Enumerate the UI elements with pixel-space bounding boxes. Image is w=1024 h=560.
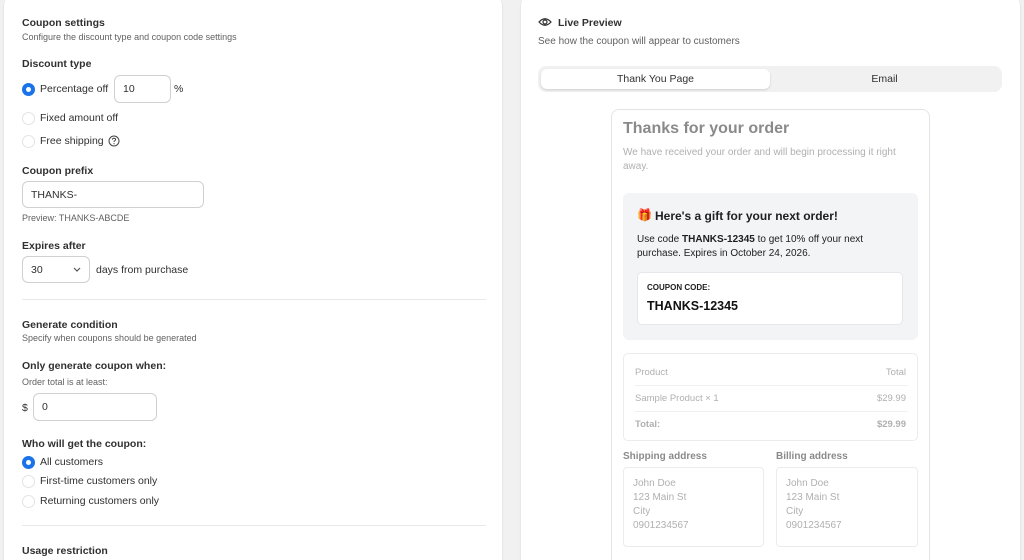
- option-percentage-off-label: Percentage off: [40, 83, 109, 95]
- email-intro-line2: away.: [623, 161, 649, 172]
- expires-select[interactable]: 30: [22, 256, 90, 283]
- radio-free-shipping[interactable]: [22, 135, 35, 148]
- gift-body-suffix: to get 10% off your next: [754, 234, 864, 245]
- coupon-settings-card: Coupon settings Configure the discount t…: [4, 0, 502, 560]
- currency-symbol: $: [22, 402, 28, 414]
- table-header-product: Product: [635, 367, 668, 378]
- option-returning-label: Returning customers only: [40, 495, 160, 507]
- gift-body-code: THANKS-12345: [682, 234, 755, 245]
- billing-street: 123 Main St: [786, 492, 840, 503]
- percentage-input-value: 10: [123, 83, 135, 95]
- coupon-prefix-value: THANKS-: [31, 188, 78, 201]
- radio-returning-customers[interactable]: [22, 495, 35, 508]
- shipping-address-box: John Doe 123 Main St City 0901234567: [623, 467, 764, 547]
- billing-phone: 0901234567: [786, 520, 842, 531]
- email-intro-line1: We have received your order and will beg…: [623, 147, 896, 158]
- radio-first-time-customers[interactable]: [22, 475, 35, 488]
- coupon-code-value: THANKS-12345: [647, 299, 739, 313]
- billing-address-box: John Doe 123 Main St City 0901234567: [776, 467, 918, 547]
- radio-percentage-off[interactable]: [22, 83, 35, 96]
- shipping-address-label: Shipping address: [623, 451, 707, 462]
- live-preview-title: Live Preview: [558, 17, 622, 29]
- generate-condition-subtitle: Specify when coupons should be generated: [22, 333, 197, 343]
- table-total-value: $29.99: [876, 419, 906, 430]
- coupon-settings-subtitle: Configure the discount type and coupon c…: [22, 32, 237, 42]
- gift-body-prefix: Use code: [637, 234, 683, 245]
- table-row-product: Sample Product × 1: [635, 393, 719, 404]
- gift-box: 🎁 Here's a gift for your next order! Use…: [623, 193, 918, 340]
- radio-all-customers[interactable]: [22, 456, 35, 469]
- coupon-prefix-preview: Preview: THANKS-ABCDE: [22, 213, 130, 223]
- shipping-phone: 0901234567: [633, 520, 689, 531]
- gift-heading: Here's a gift for your next order!: [655, 209, 838, 223]
- expires-after-label: Expires after: [22, 240, 86, 252]
- option-fixed-amount-off-label: Fixed amount off: [40, 112, 119, 124]
- coupon-prefix-label: Coupon prefix: [22, 165, 94, 177]
- expires-select-value: 30: [31, 263, 43, 276]
- live-preview-card: Live Preview See how the coupon will app…: [521, 0, 1020, 560]
- coupon-prefix-input[interactable]: THANKS-: [22, 181, 204, 208]
- order-table: Product Total Sample Product × 1 $29.99 …: [623, 353, 918, 441]
- table-total-label: Total:: [635, 419, 661, 430]
- only-generate-label: Only generate coupon when:: [22, 360, 167, 372]
- shipping-name: John Doe: [633, 478, 676, 489]
- billing-city: City: [786, 506, 804, 517]
- email-heading: Thanks for your order: [623, 120, 790, 137]
- coupon-code-label: COUPON CODE:: [647, 283, 711, 292]
- option-all-customers-label: All customers: [40, 456, 104, 468]
- order-total-input[interactable]: 0: [33, 393, 157, 421]
- divider: [635, 385, 908, 386]
- eye-icon: [538, 18, 552, 26]
- table-header-total: Total: [885, 367, 906, 378]
- divider: [635, 411, 908, 412]
- percentage-input[interactable]: 10: [114, 75, 171, 103]
- gift-body-line2: purchase. Expires in October 24, 2026.: [637, 248, 811, 259]
- gift-body-line1: Use code THANKS-12345 to get 10% off you…: [637, 234, 863, 245]
- billing-address-label: Billing address: [776, 451, 848, 462]
- usage-restriction-title: Usage restriction: [22, 545, 108, 557]
- order-total-label: Order total is at least:: [22, 377, 108, 387]
- preview-tabs: Thank You Page Email: [538, 66, 1002, 92]
- gift-icon: 🎁: [637, 208, 652, 222]
- help-circle-icon[interactable]: [108, 135, 120, 147]
- divider: [22, 299, 486, 300]
- option-first-time-label: First-time customers only: [40, 475, 158, 487]
- billing-name: John Doe: [786, 478, 829, 489]
- percent-symbol: %: [174, 83, 184, 95]
- who-gets-coupon-label: Who will get the coupon:: [22, 438, 147, 450]
- shipping-city: City: [633, 506, 651, 517]
- generate-condition-title: Generate condition: [22, 319, 118, 331]
- shipping-street: 123 Main St: [633, 492, 687, 503]
- option-free-shipping-label: Free shipping: [40, 135, 104, 147]
- tab-thank-you-page[interactable]: Thank You Page: [541, 69, 770, 89]
- expires-suffix: days from purchase: [96, 264, 189, 276]
- email-preview: Thanks for your order We have received y…: [611, 109, 930, 560]
- table-row-total: $29.99: [876, 393, 906, 404]
- coupon-code-box: COUPON CODE: THANKS-12345: [637, 272, 903, 325]
- chevron-down-icon: [73, 267, 81, 272]
- live-preview-subtitle: See how the coupon will appear to custom…: [538, 36, 740, 47]
- divider: [22, 525, 486, 526]
- radio-fixed-amount-off[interactable]: [22, 112, 35, 125]
- coupon-settings-title: Coupon settings: [22, 17, 105, 29]
- discount-type-label: Discount type: [22, 58, 92, 70]
- order-total-value: 0: [42, 401, 48, 413]
- tab-email[interactable]: Email: [770, 69, 999, 89]
